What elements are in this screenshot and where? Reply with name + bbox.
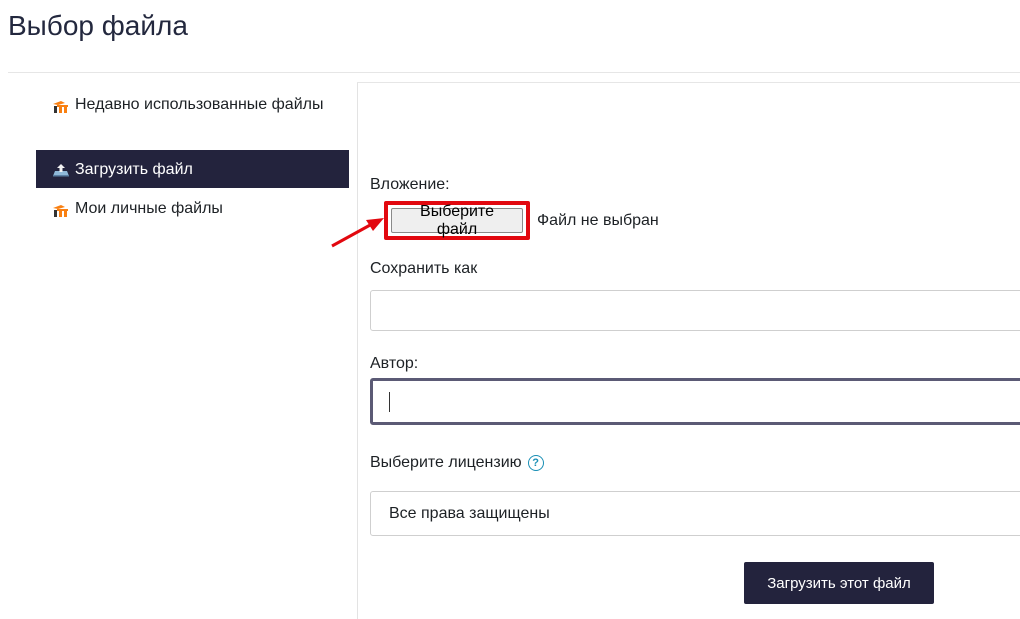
choose-file-highlight: Выберите файл [384, 201, 530, 240]
save-as-label: Сохранить как [370, 260, 478, 277]
sidebar-item-label: Мои личные файлы [75, 200, 223, 217]
sidebar-item-label: Загрузить файл [75, 160, 193, 178]
sidebar-item-upload-file[interactable]: Загрузить файл [36, 150, 349, 188]
sidebar-item-private-files[interactable]: Мои личные файлы [36, 192, 349, 225]
no-file-status: Файл не выбран [537, 212, 659, 229]
upload-this-file-button[interactable]: Загрузить этот файл [744, 562, 934, 604]
author-input[interactable] [370, 378, 1020, 425]
sidebar-item-label: Недавно использованные файлы [75, 96, 324, 113]
attachment-label: Вложение: [370, 176, 450, 193]
moodle-logo-icon [52, 202, 70, 217]
license-label-row: Выберите лицензию? [370, 454, 544, 472]
license-label: Выберите лицензию [370, 454, 522, 471]
help-icon[interactable]: ? [527, 455, 544, 471]
license-selected-value: Все права защищены [389, 504, 550, 522]
page-title: Выбор файла [8, 10, 188, 41]
license-select[interactable]: Все права защищены [370, 491, 1020, 536]
panel-divider [357, 82, 358, 619]
sidebar-item-recent-files[interactable]: Недавно использованные файлы [36, 88, 349, 144]
save-as-input[interactable] [370, 290, 1020, 331]
author-label: Автор: [370, 355, 419, 372]
panel-top-border [357, 82, 1020, 83]
header-divider [8, 72, 1020, 73]
moodle-logo-icon [52, 98, 70, 113]
text-caret [389, 392, 390, 412]
choose-file-button[interactable]: Выберите файл [391, 203, 523, 238]
file-picker-sidebar: Недавно использованные файлы Загрузить ф… [36, 88, 349, 225]
pointer-arrow-icon [331, 218, 384, 248]
upload-icon [52, 162, 70, 177]
